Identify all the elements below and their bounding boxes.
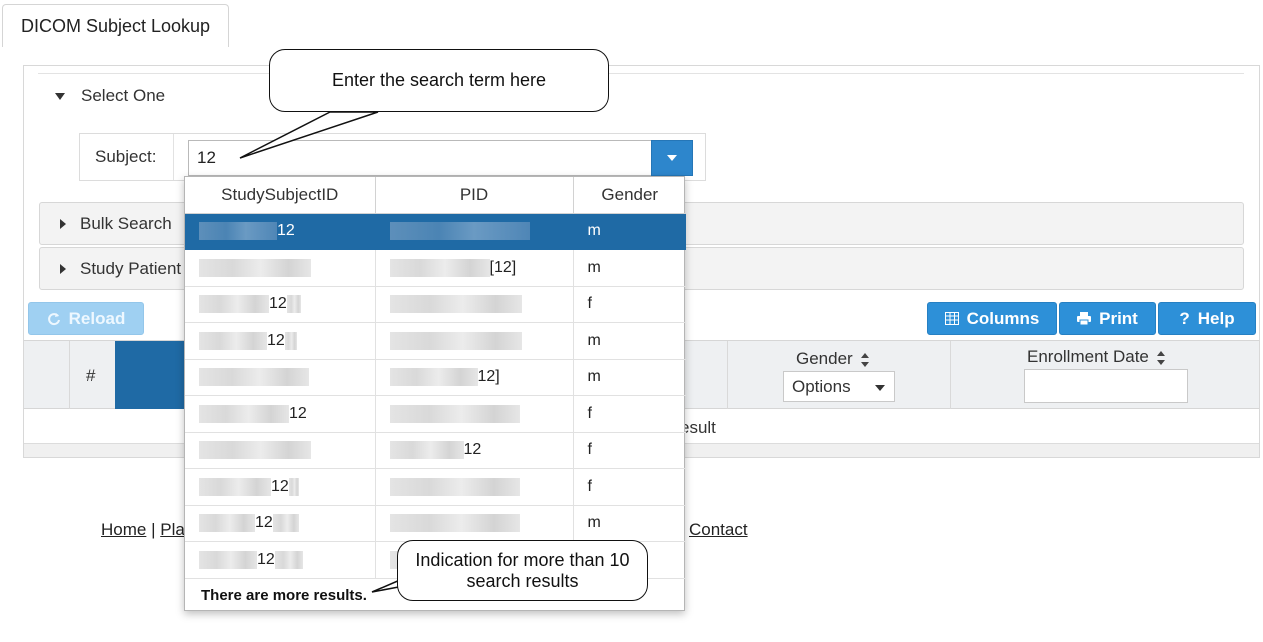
more-results-callout: Indication for more than 10 search resul…: [397, 540, 648, 601]
callout-text: Enter the search term here: [331, 70, 547, 90]
callout-text: Indication for more than 10 search resul…: [415, 549, 630, 591]
search-term-callout: Enter the search term here: [269, 49, 609, 112]
callout-pointer: [239, 111, 379, 159]
